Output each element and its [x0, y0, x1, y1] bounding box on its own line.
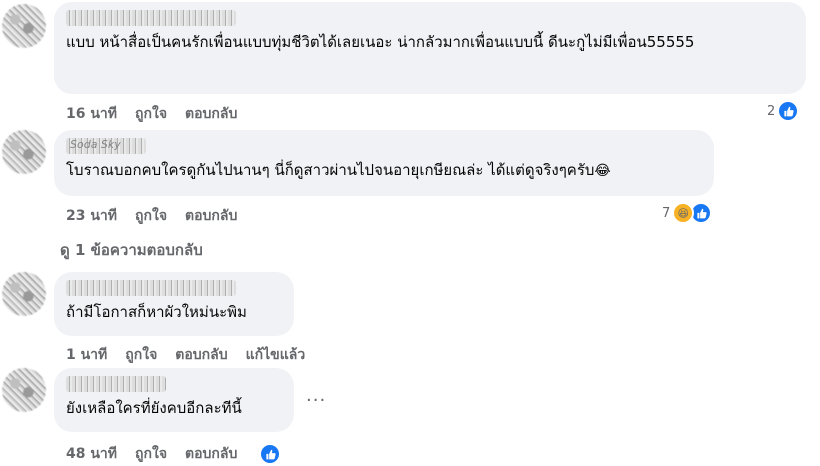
like-link[interactable]: ถูกใจ [125, 344, 157, 366]
comment-actions: 16 นาที ถูกใจ ตอบกลับ [66, 103, 237, 125]
comment-text: ถ้ามีโอกาสก็หาผัวใหม่นะพิม [66, 303, 247, 321]
comment-text: โบราณบอกคบใครดูกันไปนานๆ นี่ก็ดูสาวผ่านไ… [66, 161, 611, 179]
like-link[interactable]: ถูกใจ [135, 443, 167, 465]
comment-actions: 48 นาที ถูกใจ ตอบกลับ [66, 443, 282, 465]
edited-label[interactable]: แก้ไขแล้ว [246, 344, 306, 366]
comment-text: ยังเหลือใครที่ยังคบอีกละทีนี้ [66, 399, 242, 417]
timestamp[interactable]: 1 นาที [66, 344, 107, 366]
reaction-count: 7 [662, 205, 671, 221]
reaction-summary[interactable]: 2 [767, 100, 800, 122]
avatar[interactable] [2, 130, 46, 174]
reply-link[interactable]: ตอบกลับ [185, 103, 237, 125]
author-name[interactable] [66, 280, 236, 296]
timestamp[interactable]: 48 นาที [66, 443, 117, 465]
like-link[interactable]: ถูกใจ [135, 103, 167, 125]
reply-link[interactable]: ตอบกลับ [175, 344, 227, 366]
like-link[interactable]: ถูกใจ [135, 205, 167, 227]
comment-bubble: ถ้ามีโอกาสก็หาผัวใหม่นะพิม [54, 272, 294, 336]
comment-actions: 23 นาที ถูกใจ ตอบกลับ [66, 205, 237, 227]
timestamp[interactable]: 16 นาที [66, 103, 117, 125]
laughing-face-icon: 😂 [594, 163, 611, 179]
comment-actions: 1 นาที ถูกใจ ตอบกลับ แก้ไขแล้ว [66, 344, 305, 366]
comment-text: แบบ หน้าสื่อเป็นคนรักเพื่อนแบบทุ่มชีวิตไ… [66, 33, 695, 51]
reply-link[interactable]: ตอบกลับ [185, 205, 237, 227]
avatar[interactable] [2, 272, 46, 316]
timestamp[interactable]: 23 นาที [66, 205, 117, 227]
thumbs-up-icon [777, 100, 800, 122]
comment-bubble: แบบ หน้าสื่อเป็นคนรักเพื่อนแบบทุ่มชีวิตไ… [54, 2, 806, 94]
more-options-icon[interactable]: ··· [306, 390, 326, 411]
comment-bubble: ยังเหลือใครที่ยังคบอีกละทีนี้ [54, 368, 294, 432]
avatar[interactable] [2, 4, 46, 48]
author-name[interactable] [66, 10, 236, 26]
thumbs-up-icon[interactable] [259, 443, 282, 465]
laughing-face-icon: 😆 [672, 202, 695, 224]
comment-bubble: Soda Sky โบราณบอกคบใครดูกันไปนานๆ นี่ก็ด… [54, 130, 714, 196]
reaction-count: 2 [767, 103, 776, 119]
author-name[interactable] [66, 376, 166, 392]
reply-link[interactable]: ตอบกลับ [185, 443, 237, 465]
reaction-summary[interactable]: 7 😆 [662, 202, 713, 224]
view-replies-link[interactable]: ดู 1 ข้อความตอบกลับ [60, 238, 203, 262]
author-name[interactable]: Soda Sky [66, 138, 146, 154]
avatar[interactable] [2, 368, 46, 412]
